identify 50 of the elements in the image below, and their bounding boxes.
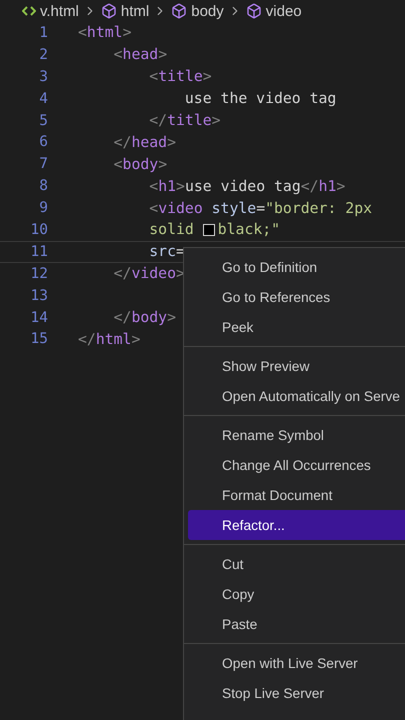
line-number: 14 <box>30 310 48 326</box>
menu-item[interactable]: Go to Definition <box>188 252 405 282</box>
code-line: </body> <box>112 309 176 326</box>
line-number: 8 <box>38 178 48 194</box>
code-line: solid black;" <box>148 221 280 238</box>
code-line: <html> <box>78 24 132 42</box>
breadcrumb-item[interactable]: video <box>266 2 302 20</box>
breadcrumb-item[interactable]: html <box>120 2 150 20</box>
breadcrumb-item[interactable]: v.html <box>40 2 79 20</box>
line-number: 2 <box>38 46 48 63</box>
menu-item[interactable]: Open Automatically on Serve <box>188 381 405 411</box>
line-number: 13 <box>30 288 48 304</box>
line-number: 12 <box>30 266 48 282</box>
cube-icon <box>171 3 188 19</box>
menu-item[interactable]: Paste <box>188 609 405 639</box>
code-brackets-icon <box>22 5 36 17</box>
breadcrumb-item[interactable]: body <box>191 2 224 20</box>
line-number: 1 <box>38 24 48 41</box>
menu-item[interactable]: Stop Live Server <box>188 678 405 708</box>
code-line: <video style="border: 2px <box>148 200 372 217</box>
code-line: use the video tag <box>184 90 336 108</box>
line-number: 4 <box>38 90 48 107</box>
code-line: </title> <box>148 112 221 129</box>
menu-item[interactable]: Format Document <box>188 480 405 510</box>
line-number: 5 <box>38 112 48 128</box>
line-number: 7 <box>38 156 48 172</box>
menu-item[interactable]: Refactor... <box>188 510 405 540</box>
line-number: 10 <box>30 222 48 238</box>
menu-item[interactable]: Change All Occurrences <box>188 450 405 480</box>
line-number: 15 <box>30 331 48 348</box>
cube-icon <box>246 3 262 19</box>
menu-item[interactable]: Rename Symbol <box>188 420 405 450</box>
code-line: <title> <box>148 68 212 86</box>
code-line: </html> <box>78 330 140 348</box>
line-number: 9 <box>38 200 48 216</box>
menu-item[interactable]: Go to References <box>188 282 405 312</box>
line-number: 3 <box>38 68 48 85</box>
menu-item[interactable]: Cut <box>188 549 405 579</box>
code-line: </head> <box>112 134 176 151</box>
menu-item[interactable]: Peek <box>188 312 405 342</box>
line-number: 6 <box>38 134 48 150</box>
code-line: <head> <box>112 46 168 64</box>
cube-icon <box>100 3 117 19</box>
menu-item[interactable]: Open with Live Server <box>188 648 405 678</box>
code-line: <body> <box>112 156 168 173</box>
color-swatch[interactable] <box>202 224 215 236</box>
code-line: <h1>use video tag</h1> <box>148 178 346 195</box>
line-number: 11 <box>30 244 48 260</box>
menu-item[interactable]: Copy <box>188 579 405 609</box>
menu-item[interactable]: Show Preview <box>188 351 405 381</box>
